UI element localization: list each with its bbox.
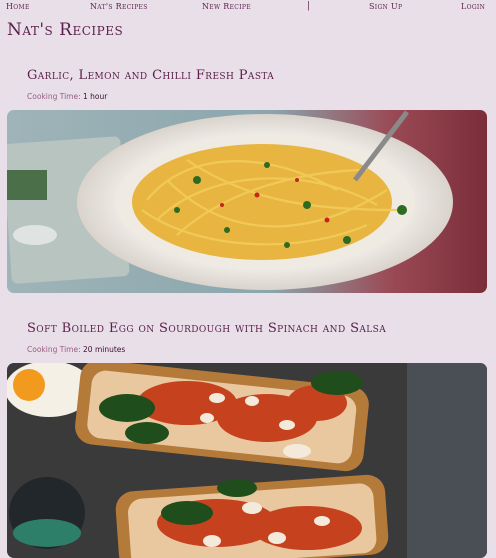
top-navigation: Home Nat's Recipes New Recipe | Sign Up … bbox=[0, 0, 496, 14]
nav-my-recipes-link[interactable]: Nat's Recipes bbox=[90, 2, 148, 11]
recipe-title-link[interactable]: Garlic, Lemon and Chilli Fresh Pasta bbox=[27, 68, 274, 83]
nav-login-link[interactable]: Login bbox=[461, 2, 485, 11]
cooking-time-label: Cooking Time: bbox=[27, 345, 81, 354]
recipe-title-link[interactable]: Soft Boiled Egg on Sourdough with Spinac… bbox=[27, 321, 386, 336]
pasta-photo[interactable] bbox=[7, 110, 487, 293]
cooking-time: Cooking Time: 20 minutes bbox=[27, 345, 125, 354]
cooking-time-value: 20 minutes bbox=[83, 345, 126, 354]
site-title: Nat's Recipes bbox=[7, 20, 124, 40]
cooking-time-value: 1 hour bbox=[83, 92, 108, 101]
nav-separator: | bbox=[307, 1, 311, 11]
nav-new-recipe-link[interactable]: New Recipe bbox=[202, 2, 251, 11]
nav-sign-up-link[interactable]: Sign Up bbox=[369, 2, 402, 11]
nav-home-link[interactable]: Home bbox=[6, 2, 30, 11]
toast-photo[interactable] bbox=[7, 363, 487, 558]
cooking-time-label: Cooking Time: bbox=[27, 92, 81, 101]
cooking-time: Cooking Time: 1 hour bbox=[27, 92, 107, 101]
